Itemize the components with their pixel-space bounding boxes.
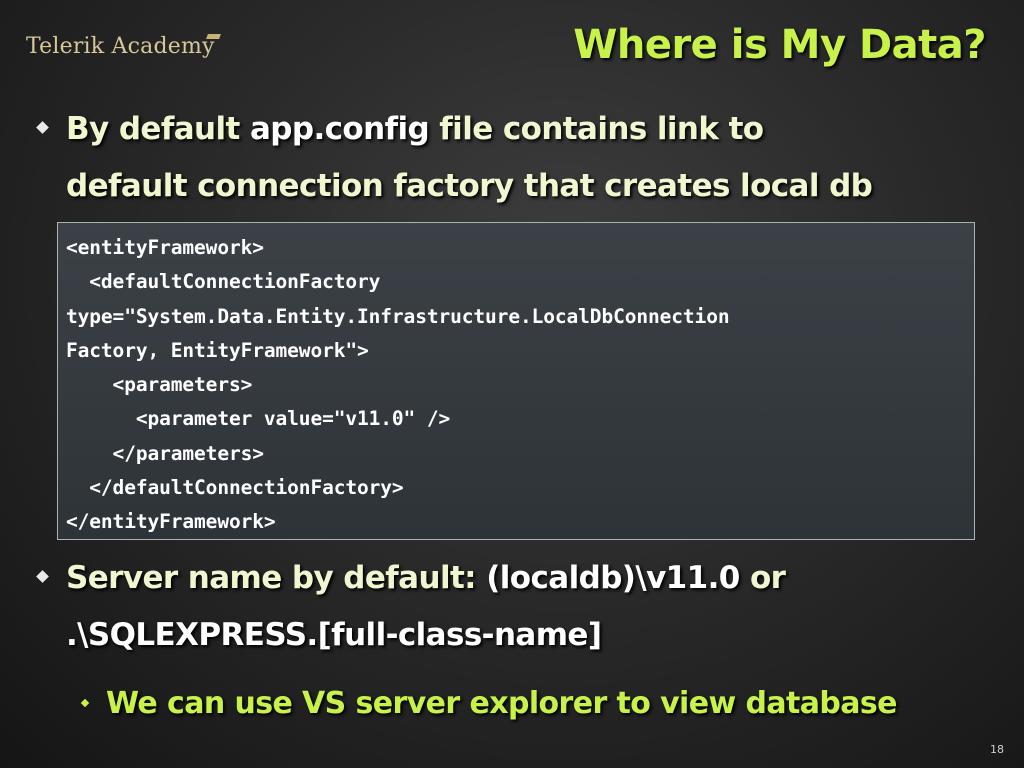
code-line: type="System.Data.Entity.Infrastructure.… bbox=[66, 304, 730, 328]
code-line: </parameters> bbox=[66, 441, 264, 465]
code-line: <entityFramework> bbox=[66, 236, 264, 259]
code-line: </entityFramework> bbox=[66, 510, 276, 534]
telerik-academy-logo: Telerik Academy bbox=[26, 34, 221, 59]
graduation-cap-icon bbox=[205, 34, 221, 39]
code-line: <defaultConnectionFactory bbox=[66, 270, 381, 294]
diamond-bullet-icon bbox=[36, 121, 49, 134]
bullet-highlight: (localdb)\v11.0 bbox=[486, 560, 740, 596]
code-line: </defaultConnectionFactory> bbox=[66, 476, 404, 500]
bullet-text-part: By default bbox=[66, 111, 250, 147]
bullet-text-part: or bbox=[739, 560, 786, 596]
code-line: <parameter value="v11.0" /> bbox=[66, 407, 451, 431]
bullet-text: By default app.config file contains link… bbox=[66, 101, 873, 215]
slide-title: Where is My Data? bbox=[573, 22, 986, 68]
sub-bullet-text: We can use VS server explorer to view da… bbox=[106, 686, 897, 721]
bullet-text-part: default connection factory that creates … bbox=[66, 168, 873, 204]
code-line: <parameters> bbox=[66, 373, 253, 397]
small-diamond-bullet-icon bbox=[80, 698, 90, 708]
page-number: 18 bbox=[990, 743, 1004, 756]
bullet-text: Server name by default: (localdb)\v11.0 … bbox=[66, 550, 786, 664]
sub-bullet-server-explorer: We can use VS server explorer to view da… bbox=[80, 682, 897, 726]
code-block: <entityFramework> <defaultConnectionFact… bbox=[57, 222, 975, 540]
bullet-text-part: Server name by default: bbox=[66, 560, 487, 596]
logo-text: Telerik Academy bbox=[26, 34, 215, 59]
diamond-bullet-icon bbox=[36, 570, 49, 583]
bullet-default-config: By default app.config file contains link… bbox=[36, 101, 873, 215]
bullet-server-name: Server name by default: (localdb)\v11.0 … bbox=[36, 550, 786, 664]
bullet-text-part: file contains link to bbox=[429, 111, 764, 147]
bullet-highlight: .\SQLEXPRESS.[full-class-name] bbox=[66, 617, 602, 653]
code-line: Factory, EntityFramework"> bbox=[66, 338, 369, 362]
bullet-highlight: app.config bbox=[249, 111, 430, 147]
